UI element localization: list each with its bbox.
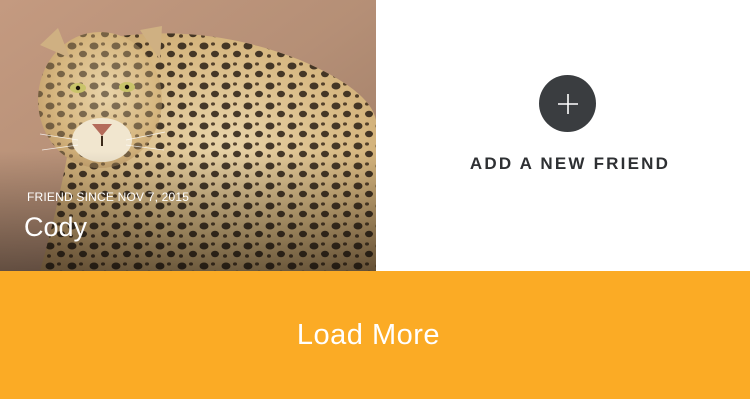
load-more-label: Load More xyxy=(296,318,441,351)
friend-name: Cody xyxy=(24,212,88,242)
add-friend-card[interactable]: ADD A NEW FRIEND xyxy=(376,0,750,271)
plus-icon xyxy=(557,93,578,114)
friends-page: FRIEND SINCE NOV 7, 2015 Cody ADD A NEW … xyxy=(0,0,750,402)
friend-card[interactable]: FRIEND SINCE NOV 7, 2015 Cody xyxy=(0,0,376,271)
add-friend-label: ADD A NEW FRIEND xyxy=(469,154,671,173)
photo-gradient-overlay xyxy=(0,151,376,271)
add-friend-button[interactable] xyxy=(539,75,596,132)
load-more-button[interactable]: Load More xyxy=(0,271,750,399)
friends-grid: FRIEND SINCE NOV 7, 2015 Cody ADD A NEW … xyxy=(0,0,750,271)
friend-since-date: FRIEND SINCE NOV 7, 2015 xyxy=(27,190,190,204)
